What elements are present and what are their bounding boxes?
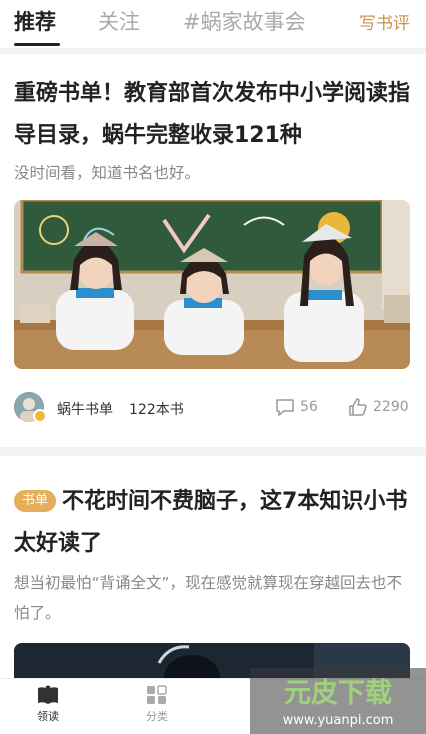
watermark-brand: 元皮下载: [284, 678, 392, 709]
category-grid-icon: [147, 685, 167, 704]
tab-story-club[interactable]: #蜗家故事会: [183, 6, 306, 36]
article-title[interactable]: 重磅书单！教育部首次发布中小学阅读指导目录，蜗牛完整收录121种: [14, 73, 414, 157]
section-divider: [0, 447, 426, 456]
section-divider: [0, 48, 426, 54]
nav-item-category[interactable]: 分类: [127, 685, 187, 724]
active-tab-indicator: [14, 43, 60, 46]
booklist-tag: 书单: [14, 490, 57, 512]
author-name[interactable]: 蜗牛书单: [57, 399, 113, 419]
article-title-text: 不花时间不费脑子，这7本知识小书太好读了: [14, 489, 408, 556]
top-tab-bar: 推荐 关注 #蜗家故事会 写书评: [0, 0, 426, 48]
students-with-books-photo: [14, 200, 410, 369]
tab-follow[interactable]: 关注: [98, 6, 140, 36]
book-count: 122本书: [129, 402, 184, 418]
write-review-button[interactable]: 写书评: [359, 9, 410, 34]
comment-count: 56: [300, 399, 318, 415]
watermark-logo: 元皮下载 www.yuanpi.com: [250, 668, 426, 734]
book-reading-icon: [38, 685, 58, 704]
nav-label: 分类: [146, 710, 168, 723]
verified-badge-icon: [33, 409, 47, 423]
nav-item-reading[interactable]: 领读: [18, 685, 78, 724]
watermark-url: www.yuanpi.com: [283, 713, 394, 728]
article-subtitle: 没时间看，知道书名也好。: [14, 164, 201, 182]
tab-recommend[interactable]: 推荐: [14, 6, 56, 36]
like-icon[interactable]: [348, 397, 368, 417]
nav-label: 领读: [37, 710, 59, 723]
like-count: 2290: [373, 399, 409, 415]
article-title[interactable]: 书单 不花时间不费脑子，这7本知识小书太好读了: [14, 481, 414, 565]
article-cover-image[interactable]: [14, 200, 410, 369]
comment-icon[interactable]: [275, 398, 295, 416]
article-subtitle: 想当初最怕“背诵全文”，现在感觉就算现在穿越回去也不怕了。: [14, 574, 403, 622]
article-meta: 蜗牛书单 122本书 56 2290: [14, 392, 412, 424]
